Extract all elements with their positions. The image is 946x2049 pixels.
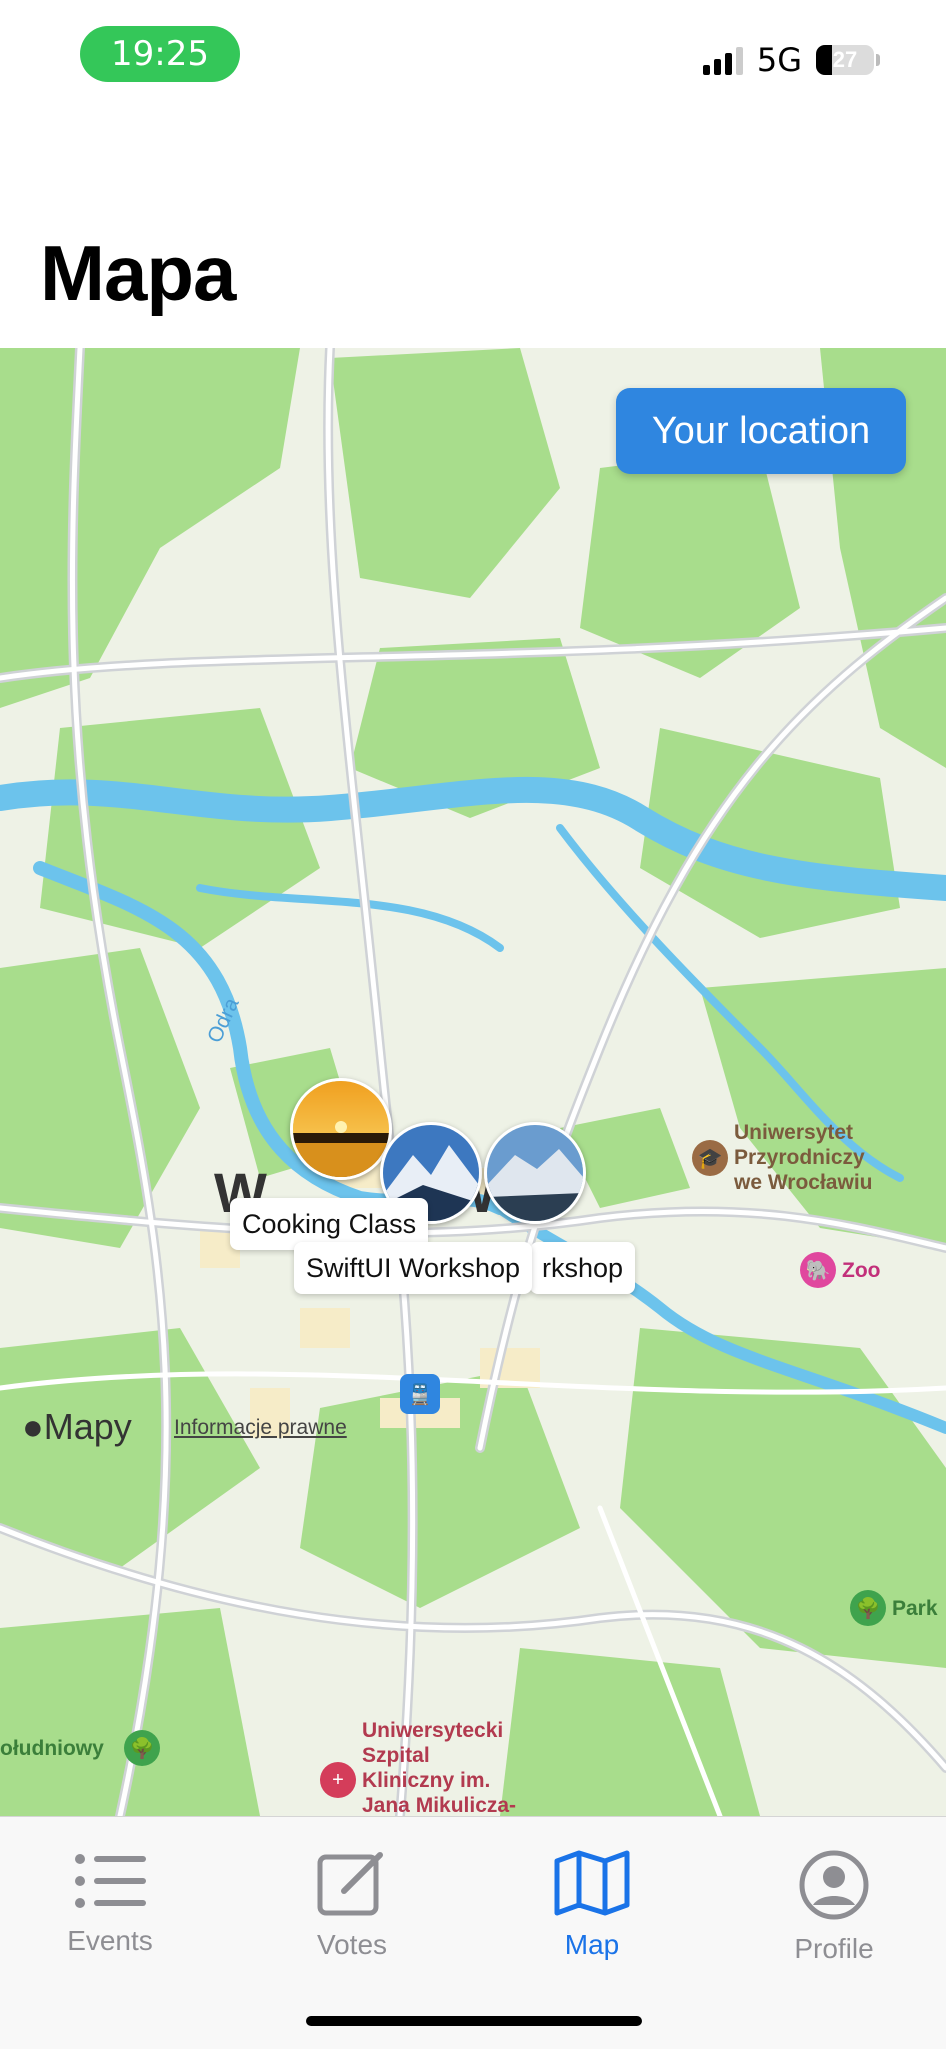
sunset-photo (293, 1081, 389, 1177)
home-indicator[interactable] (306, 2016, 642, 2026)
battery-level: 27 (832, 47, 858, 72)
tab-label: Profile (794, 1933, 874, 1964)
event-pin-workshop[interactable] (484, 1122, 586, 1224)
battery-icon: 27 (816, 45, 874, 75)
train-station-icon[interactable]: 🚆 (400, 1374, 440, 1414)
poi-line: we Wrocławiu (734, 1171, 873, 1194)
tab-profile[interactable]: Profile (734, 1849, 934, 1965)
maps-brand: Mapy (43, 1406, 132, 1447)
poi-line: Jana Mikulicza- (362, 1794, 517, 1816)
poi-zoo[interactable]: Zoo (842, 1258, 880, 1283)
tab-label: Votes (316, 1929, 388, 1960)
poi-line: Uniwersytet (734, 1121, 854, 1144)
hospital-icon[interactable]: + (320, 1762, 356, 1798)
network-type: 5G (756, 41, 802, 79)
graduation-cap-icon[interactable]: 🎓 (692, 1140, 728, 1176)
mountain-photo (487, 1125, 583, 1221)
map-icon (554, 1850, 630, 1916)
event-pin-cooking-class[interactable] (290, 1078, 392, 1180)
tab-label: Map (564, 1929, 620, 1960)
event-title: rkshop (542, 1252, 624, 1283)
map-view[interactable]: Odra W W 🎓 Uniwersytet Przyrodniczy we W… (0, 348, 946, 1816)
page-title: Mapa (40, 229, 236, 317)
legal-link[interactable]: Informacje prawne (174, 1416, 347, 1440)
compose-icon (317, 1852, 383, 1916)
tab-votes[interactable]: Votes (252, 1849, 452, 1961)
event-title: SwiftUI Workshop (306, 1252, 521, 1283)
elephant-icon[interactable]: 🐘 (800, 1252, 836, 1288)
poi-university[interactable]: Uniwersytet Przyrodniczy we Wrocławiu (734, 1120, 872, 1195)
tab-map[interactable]: Map (492, 1849, 692, 1961)
map-base (0, 348, 946, 1816)
status-time: 19:25 (80, 26, 240, 82)
status-indicators: 5G 27 (702, 40, 880, 80)
poi-park[interactable]: Park (892, 1596, 938, 1621)
poi-hospital[interactable]: Uniwersytecki Szpital Kliniczny im. Jana… (362, 1718, 516, 1816)
battery-cap (876, 54, 880, 66)
cellular-signal-icon (702, 45, 743, 75)
tab-events[interactable]: Events (10, 1849, 210, 1957)
maps-attribution[interactable]: ●Mapy (22, 1406, 132, 1448)
your-location-button[interactable]: Your location (616, 388, 906, 474)
tab-label: Events (67, 1925, 153, 1956)
tree-icon[interactable]: 🌳 (850, 1590, 886, 1626)
tab-bar: Events Votes Map Profile (0, 1816, 946, 2049)
poi-line: Kliniczny im. (362, 1769, 491, 1792)
apple-logo-icon: ● (22, 1406, 44, 1447)
event-callout-workshop[interactable]: rkshop (530, 1242, 636, 1294)
person-circle-icon (799, 1850, 869, 1920)
list-icon (75, 1854, 146, 1908)
poi-line: Przyrodniczy (734, 1146, 865, 1169)
event-callout-swiftui-workshop[interactable]: SwiftUI Workshop (294, 1242, 533, 1294)
poi-line: Uniwersytecki (362, 1719, 504, 1742)
poi-south-park[interactable]: ołudniowy (0, 1736, 104, 1761)
poi-line: Szpital (362, 1744, 430, 1767)
event-title: Cooking Class (242, 1208, 417, 1239)
tree-icon[interactable]: 🌳 (124, 1730, 160, 1766)
